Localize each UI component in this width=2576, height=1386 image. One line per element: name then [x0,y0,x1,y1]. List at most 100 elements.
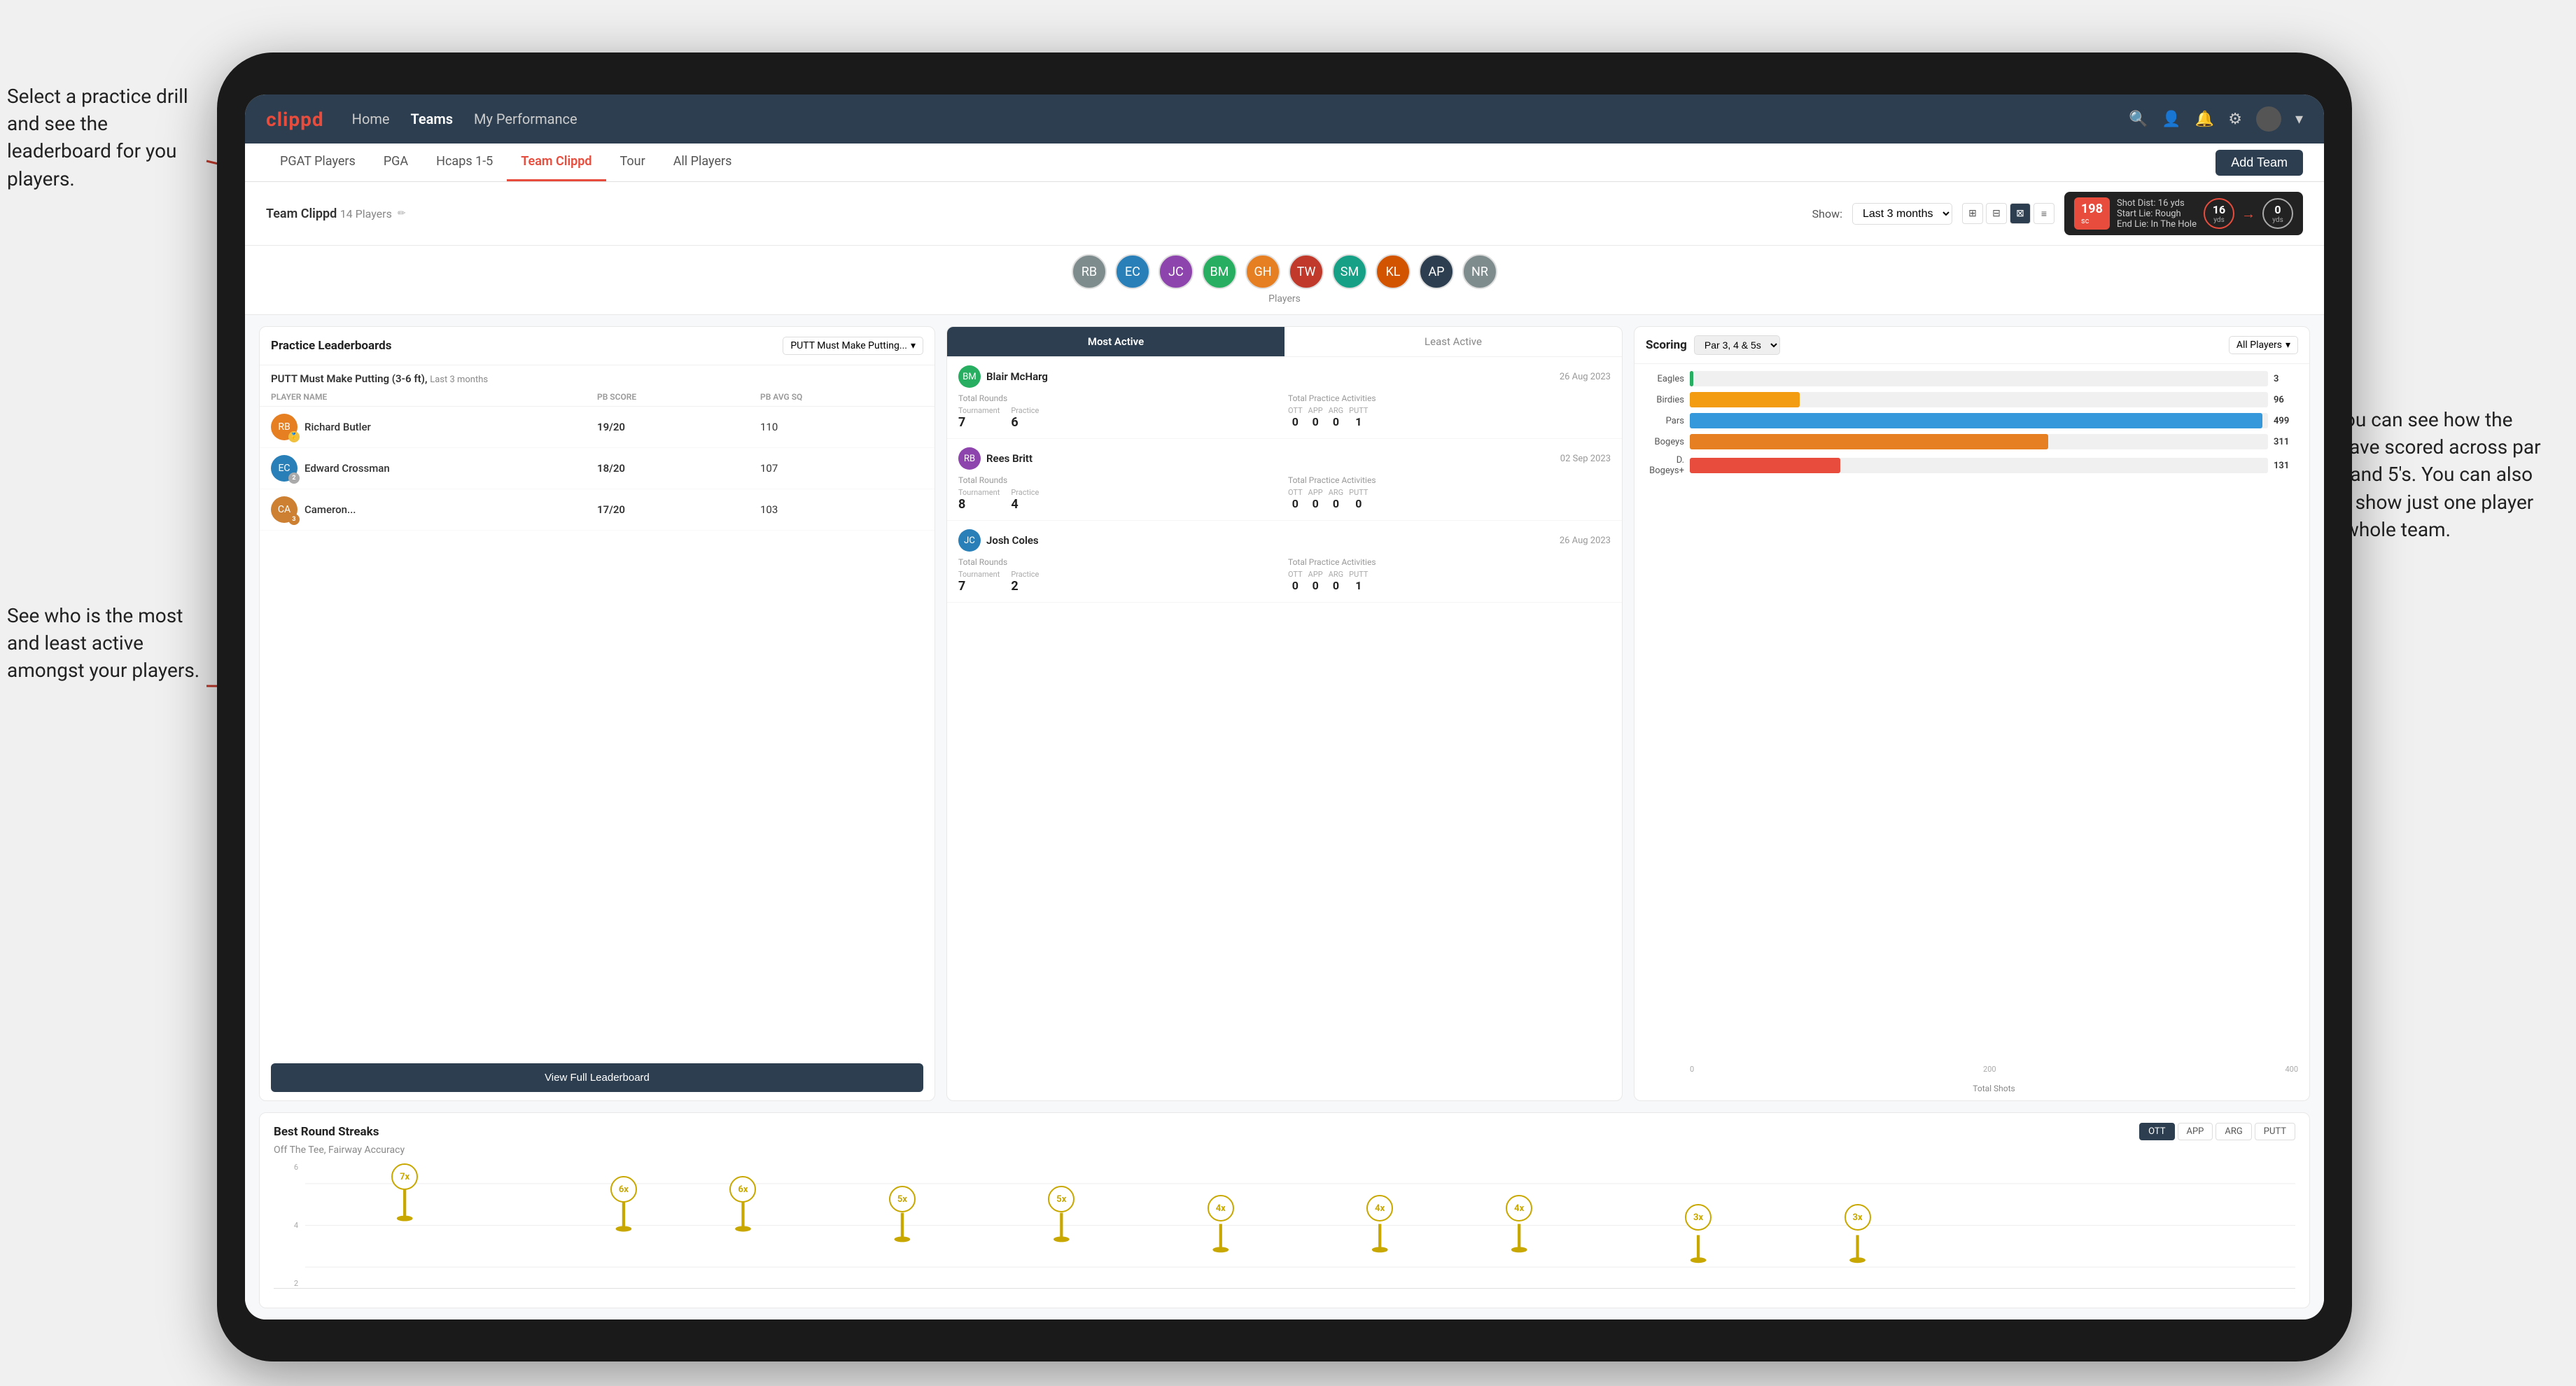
add-team-button[interactable]: Add Team [2216,150,2303,176]
pac-app: APP 0 [1308,488,1323,510]
pac-date: 26 Aug 2023 [1560,536,1611,546]
player-avatar[interactable]: AP [1419,254,1454,289]
settings-icon[interactable]: ⚙ [2228,111,2242,128]
player-activity-card: JC Josh Coles 26 Aug 2023 Total Rounds T… [947,521,1622,603]
chart-x-label: Total Shots [1646,1079,2298,1093]
search-icon[interactable]: 🔍 [2129,111,2148,128]
least-active-tab[interactable]: Least Active [1284,327,1622,356]
subnav: PGAT Players PGA Hcaps 1-5 Team Clippd T… [245,144,2324,182]
yds-end-label: yds [2272,216,2283,224]
axis-200: 200 [1983,1065,1996,1074]
lb-row: EC 2 Edward Crossman 18/20 107 [260,448,934,489]
lb-player: EC 2 Edward Crossman [271,455,597,482]
tab-ott[interactable]: OTT [2139,1123,2174,1140]
lb-avatar: CA 3 [271,496,298,523]
chart-row-dbogeys: D. Bogeys+ 131 [1646,455,2298,476]
edit-team-icon[interactable]: ✏ [398,208,406,219]
pac-tournament: Tournament 8 [958,488,1000,512]
subnav-hcaps[interactable]: Hcaps 1-5 [422,144,507,181]
chart-bar-birdies [1690,392,1800,407]
bell-icon[interactable]: 🔔 [2195,111,2214,128]
pac-stat-grid: OTT 0 APP 0 ARG 0 [1288,570,1611,592]
user-avatar[interactable] [2256,106,2281,132]
chart-label-dbogeys: D. Bogeys+ [1646,455,1684,476]
streak-y-bot: 2 [277,1279,298,1288]
nav-links: Home Teams My Performance [352,107,2101,131]
subnav-tour[interactable]: Tour [606,144,659,181]
streak-bubble-4x-1: 4x [1208,1195,1234,1222]
team-controls: Show: Last 3 months Last 6 months Last y… [1812,192,2303,235]
nav-teams[interactable]: Teams [411,107,454,131]
lb-col-score: PB SCORE [597,392,760,402]
lb-player-avg: 103 [760,503,923,516]
chart-bar-pars [1690,413,2262,428]
subnav-pga[interactable]: PGA [370,144,422,181]
pac-stat-grid: OTT 0 APP 0 ARG 0 [1288,406,1611,428]
annotation-top-left: Select a practice drill and see the lead… [7,83,203,192]
view-grid-small[interactable]: ⊞ [1962,203,1983,224]
player-avatar[interactable]: TW [1289,254,1324,289]
pac-ott: OTT 0 [1288,570,1303,592]
tab-arg[interactable]: ARG [2216,1123,2251,1140]
player-avatar[interactable]: JC [1158,254,1194,289]
lb-col-name: PLAYER NAME [271,392,597,402]
player-avatar[interactable]: NR [1462,254,1497,289]
lb-player-name: Richard Butler [304,421,371,433]
pac-header: RB Rees Britt 02 Sep 2023 [958,447,1611,470]
scoring-par-filter[interactable]: Par 3, 4 & 5s Par 3s Par 4s Par 5s [1694,335,1780,355]
streak-bubble-5x-1: 5x [889,1186,916,1212]
chart-bar-container [1690,371,2268,386]
leaderboard-title: Practice Leaderboards [271,339,391,353]
view-list[interactable]: ≡ [2033,203,2054,224]
filter-chevron: ▾ [911,340,916,351]
avatar-chevron[interactable]: ▾ [2295,111,2303,128]
players-row: RB EC JC BM GH TW SM KL AP NR Players [245,246,2324,315]
chart-label-eagles: Eagles [1646,374,1684,384]
streak-y-mid: 4 [277,1221,298,1230]
subnav-team-clippd[interactable]: Team Clippd [507,144,606,181]
player-avatar[interactable]: BM [1202,254,1237,289]
pac-stats: Total Rounds Tournament 7 Practice 2 [958,557,1611,594]
player-avatar[interactable]: RB [1072,254,1107,289]
player-avatars: RB EC JC BM GH TW SM KL AP NR [1072,254,1497,289]
view-grid-large[interactable]: ⊠ [2010,203,2031,224]
pac-practice-val: 4 [1011,497,1039,512]
view-full-leaderboard-button[interactable]: View Full Leaderboard [271,1063,923,1092]
view-grid-medium[interactable]: ⊟ [1986,203,2007,224]
pac-player: BM Blair McHarg [958,365,1048,388]
player-avatar[interactable]: GH [1245,254,1280,289]
lb-player: RB 🥇 Richard Butler [271,414,597,440]
pac-stat-row: Tournament 7 Practice 6 [958,406,1281,430]
nav-home[interactable]: Home [352,107,390,131]
chart-row-birdies: Birdies 96 [1646,392,2298,407]
subnav-pgat[interactable]: PGAT Players [266,144,370,181]
player-avatar[interactable]: EC [1115,254,1150,289]
content-grid: Practice Leaderboards PUTT Must Make Put… [245,315,2324,1112]
tab-app[interactable]: APP [2178,1123,2213,1140]
show-period-select[interactable]: Last 3 months Last 6 months Last year [1852,203,1952,225]
nav-my-performance[interactable]: My Performance [474,107,578,131]
lb-table-header: PLAYER NAME PB SCORE PB AVG SQ [260,388,934,407]
tab-putt[interactable]: PUTT [2255,1123,2295,1140]
pac-activities-label: Total Practice Activities [1288,475,1611,485]
scoring-player-filter[interactable]: All Players ▾ [2229,336,2298,354]
best-round-streaks-title: Best Round Streaks [274,1125,379,1139]
pac-date: 26 Aug 2023 [1560,372,1611,382]
most-active-tab[interactable]: Most Active [947,327,1284,356]
rank-badge: 🥇 [288,431,300,442]
leaderboard-filter[interactable]: PUTT Must Make Putting... ▾ [783,337,923,355]
active-panel: Most Active Least Active BM Blair McHarg… [946,326,1623,1101]
lb-avatar: EC 2 [271,455,298,482]
player-avatar[interactable]: SM [1332,254,1367,289]
pac-arg: ARG 0 [1329,488,1343,510]
chart-bar-container [1690,434,2268,449]
scoring-panel: Scoring Par 3, 4 & 5s Par 3s Par 4s Par … [1634,326,2310,1101]
shot-badge: 198 sc [2074,197,2110,230]
people-icon[interactable]: 👤 [2162,111,2180,128]
subnav-all-players[interactable]: All Players [659,144,746,181]
end-lie: End Lie: In The Hole [2117,219,2197,230]
players-label: Players [1268,293,1301,304]
player-avatar[interactable]: KL [1376,254,1410,289]
player-activity-card: BM Blair McHarg 26 Aug 2023 Total Rounds… [947,357,1622,439]
team-header: Team Clippd 14 Players ✏ Show: Last 3 mo… [245,182,2324,246]
